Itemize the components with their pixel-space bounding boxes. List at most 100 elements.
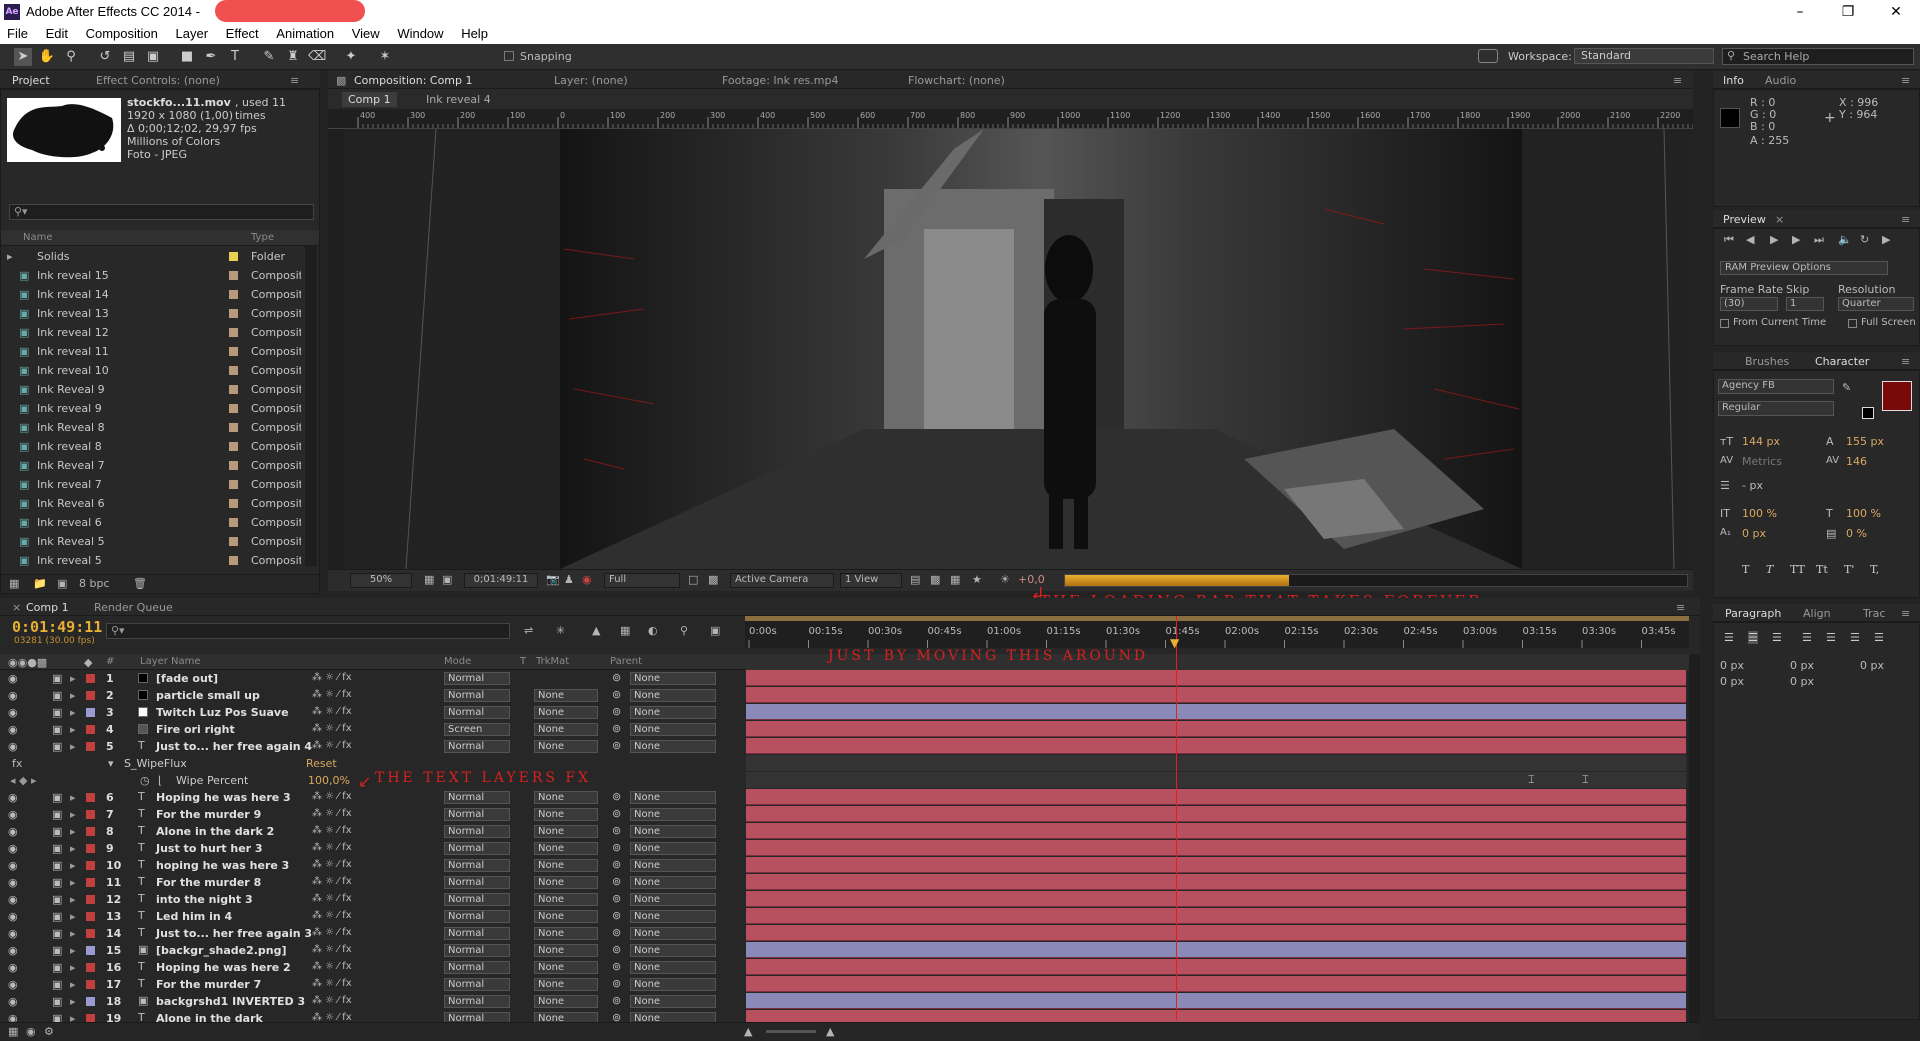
- channel-icon[interactable]: ◉: [582, 573, 592, 586]
- lock-icon[interactable]: ▣: [52, 791, 62, 804]
- parent-select[interactable]: None: [630, 706, 716, 719]
- lock-icon[interactable]: ▣: [52, 876, 62, 889]
- expand-arrow-icon[interactable]: ▸: [70, 961, 76, 974]
- roto-brush-icon[interactable]: ✦: [342, 48, 360, 66]
- layer-duration-bar[interactable]: [746, 704, 1686, 720]
- visibility-eye-icon[interactable]: ◉: [8, 825, 18, 838]
- tab-flowchart[interactable]: Flowchart: (none): [908, 74, 1005, 87]
- layer-switches-icon[interactable]: ⁂ ☼ ⁄ fx: [312, 808, 352, 819]
- effect-row[interactable]: fx ▾ S_WipeFlux Reset: [0, 755, 745, 772]
- blend-mode-select[interactable]: Normal: [444, 825, 510, 838]
- motion-blur-icon[interactable]: ◐: [648, 624, 658, 637]
- layer-label-color[interactable]: [86, 1014, 95, 1022]
- label-color[interactable]: [229, 461, 238, 470]
- menu-view[interactable]: View: [345, 24, 387, 43]
- project-item[interactable]: ▣ Ink reveal 5 Compositi: [1, 552, 301, 566]
- expand-arrow-icon[interactable]: ▸: [70, 995, 76, 1008]
- parent-select[interactable]: None: [630, 689, 716, 702]
- layer-label-color[interactable]: [86, 878, 95, 887]
- tab-footage[interactable]: Footage: Ink res.mp4: [722, 74, 838, 87]
- hscale-value[interactable]: 100 %: [1846, 507, 1881, 520]
- project-item[interactable]: ▣ Ink reveal 11 Compositi: [1, 343, 301, 362]
- layer-name[interactable]: backgrshd1 INVERTED 3: [156, 995, 305, 1008]
- ram-preview-options-select[interactable]: RAM Preview Options: [1720, 261, 1888, 275]
- expand-arrow-icon[interactable]: ▸: [70, 927, 76, 940]
- layer-row[interactable]: ◉ ▣ ▸ 2 particle small up ⁂ ☼ ⁄ fx Normal None ⊚…: [0, 687, 745, 704]
- blend-mode-select[interactable]: Normal: [444, 995, 510, 1008]
- expand-arrow-icon[interactable]: ▸: [70, 1012, 76, 1022]
- layer-switches-icon[interactable]: ⁂ ☼ ⁄ fx: [312, 995, 352, 1006]
- from-current-checkbox[interactable]: [1720, 319, 1729, 328]
- layer-row[interactable]: ◉ ▣ ▸ 15 ▣ [backgr_shade2.png] ⁂ ☼ ⁄ fx Normal N…: [0, 942, 745, 959]
- layer-label-color[interactable]: [86, 691, 95, 700]
- shy-icon[interactable]: ▲: [592, 624, 600, 637]
- time-ruler[interactable]: 0:00s 00:15s 00:30s 00:45s 01:00s 01:15s 01:30…: [745, 616, 1689, 648]
- full-screen-checkbox[interactable]: [1848, 319, 1857, 328]
- layer-label-color[interactable]: [86, 708, 95, 717]
- expand-arrow-icon[interactable]: ▾: [108, 757, 114, 770]
- tab-paragraph[interactable]: Paragraph: [1725, 607, 1781, 620]
- panel-menu-icon[interactable]: ≡: [1676, 601, 1685, 614]
- pick-whip-icon[interactable]: ⊚: [612, 807, 621, 820]
- pick-whip-icon[interactable]: ⊚: [612, 739, 621, 752]
- effect-reset-button[interactable]: Reset: [306, 757, 337, 770]
- layer-name[interactable]: Just to... her free again 3: [156, 927, 312, 940]
- layer-duration-bar[interactable]: [746, 806, 1686, 822]
- project-item[interactable]: ▣ Ink reveal 9 Compositi: [1, 400, 301, 419]
- stroke-width-value[interactable]: - px: [1742, 479, 1763, 492]
- menu-edit[interactable]: Edit: [39, 24, 75, 43]
- tab-align[interactable]: Align: [1803, 607, 1831, 620]
- justify-left-icon[interactable]: ☰: [1802, 631, 1812, 644]
- layer-row[interactable]: ◉ ▣ ▸ 17 T For the murder 7 ⁂ ☼ ⁄ fx Normal None…: [0, 976, 745, 993]
- zoom-select[interactable]: 50%: [350, 573, 412, 588]
- parent-select[interactable]: None: [630, 842, 716, 855]
- label-color[interactable]: [229, 423, 238, 432]
- expand-arrow-icon[interactable]: ▸: [70, 672, 76, 685]
- faux-italic-button[interactable]: T: [1766, 563, 1773, 576]
- tab-layer[interactable]: Layer: (none): [554, 74, 628, 87]
- lock-icon[interactable]: ▣: [52, 689, 62, 702]
- layer-duration-bar[interactable]: [746, 840, 1686, 856]
- interpret-icon[interactable]: ▦: [9, 577, 19, 590]
- visibility-eye-icon[interactable]: ◉: [8, 978, 18, 991]
- layer-name[interactable]: Fire ori right: [156, 723, 235, 736]
- layer-row[interactable]: ◉ ▣ ▸ 8 T Alone in the dark 2 ⁂ ☼ ⁄ fx Normal No…: [0, 823, 745, 840]
- expand-time-icon[interactable]: ⚙: [44, 1025, 54, 1038]
- project-search-input[interactable]: ⚲▾: [9, 204, 314, 220]
- fast-preview-icon[interactable]: ▩: [930, 573, 940, 586]
- layer-row[interactable]: ◉ ▣ ▸ 9 T Just to hurt her 3 ⁂ ☼ ⁄ fx Normal Non…: [0, 840, 745, 857]
- expand-arrow-icon[interactable]: ▸: [70, 842, 76, 855]
- blend-mode-select[interactable]: Normal: [444, 910, 510, 923]
- blend-mode-select[interactable]: Normal: [444, 808, 510, 821]
- lock-icon[interactable]: ▣: [52, 944, 62, 957]
- pick-whip-icon[interactable]: ⊚: [612, 994, 621, 1007]
- layer-label-color[interactable]: [86, 810, 95, 819]
- visibility-eye-icon[interactable]: ◉: [8, 1012, 18, 1022]
- rectangle-tool-icon[interactable]: ■: [178, 48, 196, 66]
- visibility-eye-icon[interactable]: ◉: [8, 672, 18, 685]
- tab-tracker[interactable]: Trac: [1863, 607, 1885, 620]
- project-item[interactable]: ▣ Ink reveal 6 Compositi: [1, 514, 301, 533]
- hand-tool-icon[interactable]: ✋: [38, 48, 56, 66]
- project-item[interactable]: ▣ Ink reveal 7 Compositi: [1, 476, 301, 495]
- grid-icon[interactable]: ▦: [424, 573, 434, 586]
- layer-duration-bar[interactable]: [746, 874, 1686, 890]
- menu-composition[interactable]: Composition: [79, 24, 165, 43]
- lock-icon[interactable]: ▣: [52, 740, 62, 753]
- stopwatch-icon[interactable]: ◷: [140, 774, 150, 787]
- prev-frame-icon[interactable]: ◀: [1746, 233, 1754, 246]
- black-swatch[interactable]: [1862, 407, 1874, 419]
- layer-switches-icon[interactable]: ⁂ ☼ ⁄ fx: [312, 706, 352, 717]
- lock-icon[interactable]: ▣: [52, 995, 62, 1008]
- label-color[interactable]: [229, 385, 238, 394]
- menu-file[interactable]: File: [0, 24, 35, 43]
- pick-whip-icon[interactable]: ⊚: [612, 943, 621, 956]
- pick-whip-icon[interactable]: ⊚: [612, 841, 621, 854]
- layer-name[interactable]: Hoping he was here 3: [156, 791, 291, 804]
- breadcrumb-comp1[interactable]: Comp 1: [342, 92, 397, 107]
- playhead-handle-icon[interactable]: ▼: [1170, 636, 1179, 650]
- blend-mode-select[interactable]: Normal: [444, 740, 510, 753]
- blend-mode-select[interactable]: Normal: [444, 978, 510, 991]
- pick-whip-icon[interactable]: ⊚: [612, 926, 621, 939]
- parent-select[interactable]: None: [630, 927, 716, 940]
